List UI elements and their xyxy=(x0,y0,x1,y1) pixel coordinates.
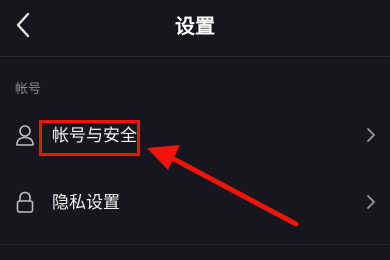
header-bar: 设置 xyxy=(0,0,390,52)
chevron-right-icon xyxy=(367,128,375,142)
section-divider xyxy=(0,244,390,245)
header-divider xyxy=(0,56,390,57)
section-label-account: 帐号 xyxy=(15,82,42,97)
page-title: 设置 xyxy=(175,14,215,38)
chevron-right-icon xyxy=(367,195,375,209)
highlight-box-annotation xyxy=(39,120,140,156)
settings-item-label: 隐私设置 xyxy=(52,193,120,213)
lock-icon xyxy=(16,191,34,213)
person-icon xyxy=(16,125,34,146)
settings-item-privacy[interactable]: 隐私设置 xyxy=(0,178,390,228)
